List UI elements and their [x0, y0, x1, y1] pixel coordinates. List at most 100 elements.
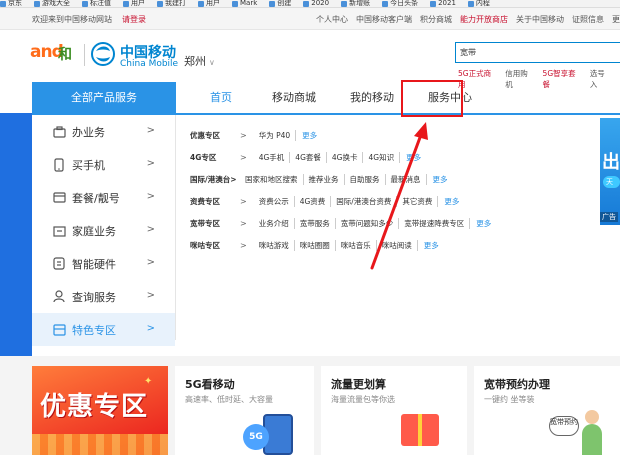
top-link-personal-center[interactable]: 个人中心 — [316, 14, 348, 25]
bookmark[interactable]: 2021 — [430, 0, 456, 7]
login-link[interactable]: 请登录 — [122, 14, 146, 25]
chevron-right-icon: > — [146, 257, 155, 268]
bookmark[interactable]: 新增账 — [341, 0, 370, 7]
china-mobile-logo-icon[interactable] — [90, 41, 116, 67]
chevron-right-icon: > — [240, 218, 247, 228]
all-products-button[interactable]: 全部产品服务 — [32, 82, 176, 113]
5g-badge: 5G — [243, 424, 269, 450]
submenu-link[interactable]: 宽带提速降费专区 — [399, 217, 471, 229]
more-link[interactable]: 更多 — [424, 240, 439, 251]
he-logo[interactable]: 和 — [58, 44, 72, 64]
submenu-category[interactable]: 优惠专区 — [190, 130, 240, 141]
bookmark[interactable]: 游戏大全 — [34, 0, 70, 7]
search-input[interactable] — [456, 43, 620, 62]
submenu-link[interactable]: 4G换卡 — [327, 151, 364, 163]
top-link-more[interactable]: 更 — [612, 14, 620, 25]
card-broadband[interactable]: 宽带预约办理 一键约 坐等装 宽带预约 — [474, 366, 620, 455]
submenu-link[interactable]: 宽带问题知多少 — [336, 217, 400, 229]
more-link[interactable]: 更多 — [433, 174, 448, 185]
category-sidebar: 办业务 > 买手机 > 套餐/靓号 > 家庭业务 > 智能硬件 > 查询服务 >… — [32, 115, 176, 346]
more-link[interactable]: 更多 — [476, 218, 491, 229]
submenu-link[interactable]: 4G知识 — [363, 151, 401, 163]
chevron-right-icon: > — [146, 290, 155, 301]
city-selector[interactable]: 郑州 ∨ — [184, 53, 215, 69]
right-ad-banner[interactable]: 出 天 广告 — [600, 118, 620, 225]
bookmark[interactable]: 我建打 — [157, 0, 186, 7]
submenu-category[interactable]: 宽带专区 — [190, 218, 240, 229]
bookmark-icon — [198, 0, 204, 7]
search-box[interactable] — [455, 42, 620, 63]
offers-promo-banner[interactable]: ✦ 优惠专区 — [32, 366, 168, 455]
submenu-link[interactable]: 资费公示 — [254, 195, 295, 207]
sidebar-item-plans[interactable]: 套餐/靓号 > — [32, 181, 175, 214]
bookmark[interactable]: 用户 — [123, 0, 145, 7]
bookmark-icon — [303, 0, 310, 7]
card-title: 流量更划算 — [331, 378, 386, 391]
ad-banner-pill: 天 — [603, 176, 620, 188]
sidebar-item-business[interactable]: 办业务 > — [32, 115, 175, 148]
submenu-link[interactable]: 自助服务 — [345, 173, 386, 185]
submenu-link[interactable]: 其它资费 — [397, 195, 439, 207]
logo-divider — [84, 44, 85, 66]
sidebar-item-featured[interactable]: 特色专区 > — [32, 313, 175, 346]
bookmark[interactable]: 用户 — [198, 0, 220, 7]
sidebar-item-family[interactable]: 家庭业务 > — [32, 214, 175, 247]
user-icon — [52, 290, 66, 304]
submenu-link[interactable]: 推荐业务 — [304, 173, 345, 185]
submenu-link[interactable]: 业务介绍 — [254, 217, 295, 229]
submenu-link[interactable]: 宽带服务 — [295, 217, 336, 229]
top-utility-bar: 欢迎来到中国移动网站 请登录 个人中心 中国移动客户端 积分商城 能力开放商店 … — [0, 8, 620, 30]
bookmark-icon — [467, 0, 474, 7]
bookmark[interactable]: Mark — [232, 0, 257, 7]
more-link[interactable]: 更多 — [302, 130, 317, 141]
top-link-client[interactable]: 中国移动客户端 — [356, 14, 412, 25]
bookmark[interactable]: 今日头条 — [382, 0, 418, 7]
more-link[interactable]: 更多 — [406, 152, 421, 163]
top-link-points-mall[interactable]: 积分商城 — [420, 14, 452, 25]
nav-tab-home[interactable]: 首页 — [176, 82, 246, 113]
bookmarks-bar: 京东 游戏大全 标注值 用户 我建打 用户 Mark 创建 2020 新增账 今… — [0, 0, 620, 8]
submenu-link[interactable]: 华为 P40 — [254, 129, 297, 141]
nav-tab-mall[interactable]: 移动商城 — [246, 82, 330, 113]
submenu-link[interactable]: 咪咕音乐 — [336, 239, 377, 251]
top-link-license[interactable]: 证照信息 — [572, 14, 604, 25]
submenu-link[interactable]: 国家和地区搜索 — [240, 173, 304, 185]
card-5g[interactable]: 5G看移动 高速率、低时延、大容量 5G — [175, 366, 314, 455]
sidebar-item-query[interactable]: 查询服务 > — [32, 280, 175, 313]
bookmark-icon — [232, 0, 238, 7]
top-link-about[interactable]: 关于中国移动 — [516, 14, 564, 25]
hotword-link[interactable]: 5G智享套餐 — [543, 68, 581, 90]
submenu-link[interactable]: 咪咕阅读 — [377, 239, 418, 251]
submenu-link[interactable]: 4G手机 — [254, 151, 291, 163]
submenu-link[interactable]: 4G资费 — [295, 195, 332, 207]
submenu-link[interactable]: 国际/港澳台资费 — [331, 195, 398, 207]
bookmark[interactable]: 创建 — [269, 0, 291, 7]
chevron-right-icon: > — [146, 323, 155, 334]
briefcase-icon — [52, 125, 66, 139]
bookmark-icon — [157, 0, 163, 7]
submenu-category[interactable]: 资费专区 — [190, 196, 240, 207]
chevron-right-icon: > — [146, 191, 155, 202]
bookmark[interactable]: 2020 — [303, 0, 329, 7]
submenu-link[interactable]: 最新消息 — [386, 173, 427, 185]
submenu-category[interactable]: 国际/港澳台> — [190, 174, 240, 185]
submenu-link[interactable]: 咪咕圈圈 — [295, 239, 336, 251]
more-link[interactable]: 更多 — [444, 196, 459, 207]
sidebar-item-smart-hardware[interactable]: 智能硬件 > — [32, 247, 175, 280]
submenu-category[interactable]: 4G专区 — [190, 152, 240, 163]
submenu-category[interactable]: 咪咕专区 — [190, 240, 240, 251]
hotword-link[interactable]: 选号入 — [590, 68, 611, 90]
annotation-highlight-box — [401, 80, 463, 117]
hotword-link[interactable]: 信用购机 — [505, 68, 533, 90]
top-link-open-store[interactable]: 能力开放商店 — [460, 14, 508, 25]
bookmark[interactable]: 京东 — [0, 0, 22, 7]
submenu-link[interactable]: 咪咕游戏 — [254, 239, 295, 251]
nav-tab-my-mobile[interactable]: 我的移动 — [330, 82, 408, 113]
submenu-link[interactable]: 4G套餐 — [290, 151, 327, 163]
card-data-plan[interactable]: 流量更划算 海量流量包等你选 — [321, 366, 467, 455]
featured-submenu: 优惠专区 > 华为 P40 更多 4G专区 > 4G手机 4G套餐 4G换卡 4G知… — [190, 124, 600, 256]
bookmark[interactable]: 内程 — [467, 0, 490, 7]
bookmark-icon — [123, 0, 129, 7]
sidebar-item-buy-phone[interactable]: 买手机 > — [32, 148, 175, 181]
bookmark[interactable]: 标注值 — [82, 0, 111, 7]
